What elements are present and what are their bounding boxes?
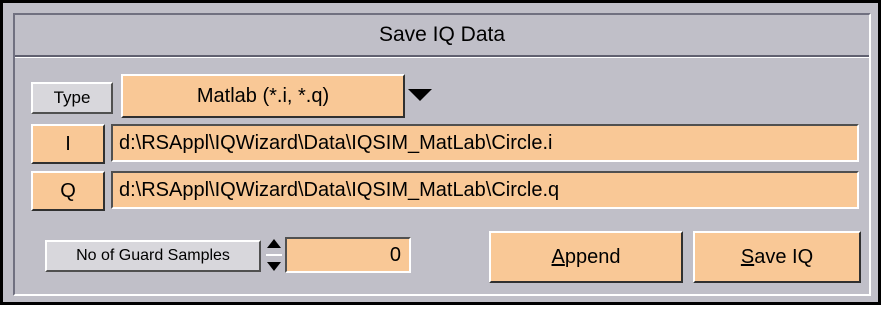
append-mnemonic: A bbox=[551, 245, 565, 268]
i-path-field[interactable]: d:\RSAppl\IQWizard\Data\IQSIM_MatLab\Cir… bbox=[111, 124, 859, 162]
type-label: Type bbox=[31, 82, 113, 114]
save-iq-dialog: Save IQ Data Type Matlab (*.i, *.q) I d:… bbox=[0, 0, 881, 305]
guard-samples-label: No of Guard Samples bbox=[45, 240, 261, 272]
triangle-down-icon[interactable] bbox=[408, 89, 432, 101]
dialog-title: Save IQ Data bbox=[15, 15, 869, 57]
append-label: ppend bbox=[564, 245, 621, 268]
q-path-field[interactable]: d:\RSAppl\IQWizard\Data\IQSIM_MatLab\Cir… bbox=[111, 171, 859, 209]
dialog-panel: Save IQ Data Type Matlab (*.i, *.q) I d:… bbox=[13, 13, 871, 296]
guard-samples-input[interactable]: 0 bbox=[285, 237, 411, 273]
i-file-button[interactable]: I bbox=[31, 124, 105, 164]
type-select[interactable]: Matlab (*.i, *.q) bbox=[121, 74, 405, 118]
q-file-button[interactable]: Q bbox=[31, 171, 105, 211]
save-iq-button[interactable]: Save IQ bbox=[693, 231, 861, 283]
append-button[interactable]: Append bbox=[489, 231, 683, 283]
save-label: ave IQ bbox=[754, 245, 814, 268]
save-mnemonic: S bbox=[740, 245, 755, 268]
up-down-spinner-icon[interactable] bbox=[264, 237, 284, 273]
